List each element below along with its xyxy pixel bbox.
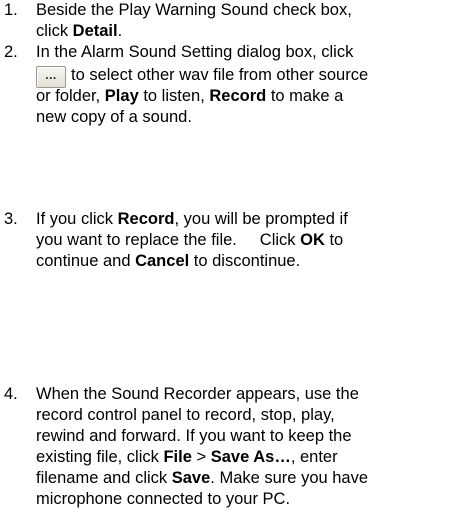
text-segment: existing file, click bbox=[36, 448, 164, 466]
text-segment: > bbox=[191, 448, 211, 466]
bold-term: Save As… bbox=[210, 448, 291, 466]
step-line: continue and Cancel to discontinue. bbox=[36, 251, 468, 272]
bold-term: File bbox=[163, 448, 192, 466]
text-segment: to discontinue. bbox=[189, 252, 301, 270]
step-number: 3. bbox=[4, 210, 18, 228]
text-segment: you want to replace the file. Click bbox=[36, 231, 301, 249]
bold-term: Record bbox=[209, 87, 267, 105]
step-line: In the Alarm Sound Setting dialog box, c… bbox=[36, 43, 354, 61]
bold-term: Detail bbox=[72, 22, 118, 40]
bold-term: Record bbox=[117, 210, 175, 228]
step-line: existing file, click File > Save As…, en… bbox=[36, 447, 468, 468]
text-segment: to make a bbox=[266, 87, 344, 105]
step-line: or folder, Play to listen, Record to mak… bbox=[36, 86, 468, 107]
step-line: filename and click Save. Make sure you h… bbox=[36, 468, 468, 489]
step-text: When the Sound Recorder appears, use the… bbox=[36, 384, 468, 510]
browse-button-label: ... bbox=[45, 67, 57, 82]
step-text: If you click Record, you will be prompte… bbox=[36, 209, 468, 272]
step-number: 1. bbox=[4, 1, 18, 19]
text-segment: or folder, bbox=[36, 87, 105, 105]
step-number: 4. bbox=[4, 385, 18, 403]
step-line: microphone connected to your PC. bbox=[36, 490, 291, 508]
text-segment: to select other wav file from other sour… bbox=[71, 66, 369, 84]
step-line: record control panel to record, stop, pl… bbox=[36, 406, 335, 424]
step-line: rewind and forward. If you want to keep … bbox=[36, 427, 352, 445]
step-number: 2. bbox=[4, 43, 18, 61]
text-segment: . bbox=[117, 22, 123, 40]
text-segment: If you click bbox=[36, 210, 118, 228]
step-line: ... to select other wav file from other s… bbox=[36, 63, 468, 88]
text-segment: click bbox=[36, 22, 73, 40]
step-text: In the Alarm Sound Setting dialog box, c… bbox=[36, 42, 468, 128]
text-segment: , you will be prompted if bbox=[174, 210, 348, 228]
bold-term: Cancel bbox=[135, 252, 190, 270]
bold-term: OK bbox=[300, 231, 325, 249]
text-segment: filename and click bbox=[36, 469, 172, 487]
bold-term: Play bbox=[104, 87, 139, 105]
step-line: When the Sound Recorder appears, use the bbox=[36, 385, 359, 403]
step-line: you want to replace the file. Click OK t… bbox=[36, 230, 468, 251]
text-segment: . Make sure you have bbox=[210, 469, 369, 487]
step-line: Beside the Play Warning Sound check box, bbox=[36, 1, 352, 19]
step-line: new copy of a sound. bbox=[36, 108, 192, 126]
text-segment: to listen, bbox=[138, 87, 210, 105]
bold-term: Save bbox=[171, 469, 211, 487]
browse-button-icon: ... bbox=[36, 65, 66, 88]
step-line: click Detail. bbox=[36, 21, 468, 42]
text-segment: to bbox=[324, 231, 344, 249]
text-segment: , enter bbox=[290, 448, 338, 466]
text-segment: continue and bbox=[36, 252, 136, 270]
step-line: If you click Record, you will be prompte… bbox=[36, 209, 468, 230]
step-text: Beside the Play Warning Sound check box,… bbox=[36, 0, 468, 42]
